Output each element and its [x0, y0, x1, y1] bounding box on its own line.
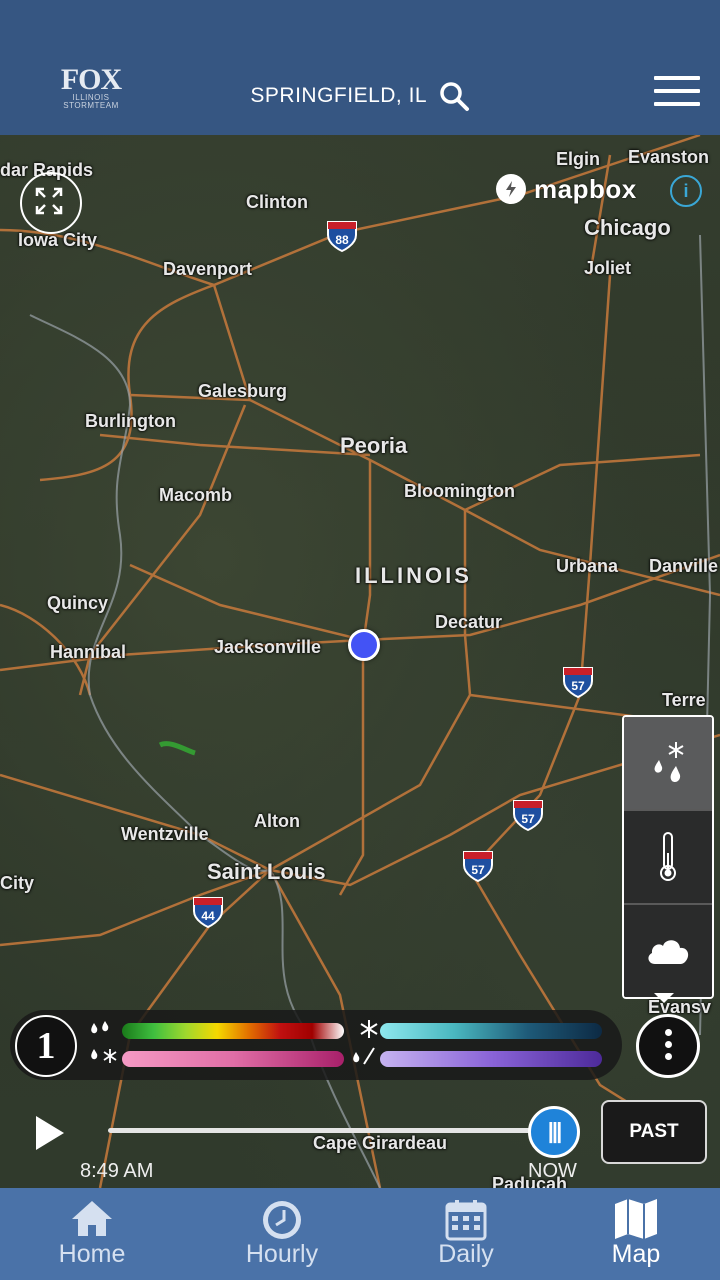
city-label: Jacksonville [214, 637, 322, 657]
layer-selector-pointer [654, 993, 674, 1003]
snow-scale-bar [380, 1023, 602, 1039]
ice-icon [350, 1046, 378, 1071]
location-title[interactable]: SPRINGFIELD, IL [250, 84, 427, 108]
rain-icon [88, 1020, 112, 1045]
city-label: Davenport [163, 259, 253, 279]
interstate-shield: 57 [512, 798, 544, 832]
city-label: Clinton [246, 192, 308, 212]
city-label: Decatur [435, 612, 503, 632]
rain-snow-icon [654, 742, 684, 783]
city-label: Quincy [47, 593, 109, 613]
city-label: Alton [254, 811, 300, 831]
app-header: FOX ILLINOIS STORMTEAM SPRINGFIELD, IL [0, 0, 720, 135]
interstate-shield: 88 [326, 219, 358, 253]
nav-map[interactable]: Map [546, 1188, 720, 1280]
city-label: Bloomington [404, 481, 515, 501]
city-label: Hannibal [50, 642, 127, 662]
state-label: ILLINOIS [355, 563, 472, 588]
svg-text:57: 57 [521, 812, 535, 826]
city-label: Danville [649, 556, 719, 576]
fullscreen-expand-icon[interactable] [20, 172, 82, 234]
timeline-slider-thumb[interactable]: ||| [528, 1106, 580, 1158]
interstate-shield: 57 [562, 665, 594, 699]
cloud-icon [648, 940, 689, 964]
rain-scale-bar [122, 1023, 344, 1039]
city-label: Terre [662, 690, 706, 710]
calendar-icon [445, 1200, 487, 1241]
city-label: Burlington [85, 411, 176, 431]
past-toggle-button[interactable]: PAST [601, 1100, 707, 1164]
city-label: Joliet [584, 258, 632, 278]
clock-icon [263, 1201, 301, 1239]
interstate-shield: 57 [462, 849, 494, 883]
nav-hourly[interactable]: Hourly [192, 1188, 372, 1280]
hamburger-menu-icon[interactable] [654, 76, 700, 110]
mapbox-attribution: mapbox [496, 172, 637, 206]
search-icon[interactable] [438, 80, 470, 112]
city-label: Cape Girardeau [313, 1133, 448, 1153]
thermometer-icon [660, 832, 676, 881]
snow-icon [358, 1018, 380, 1045]
temperature-layer-button[interactable] [624, 811, 712, 905]
timeline-track[interactable] [108, 1128, 548, 1133]
home-icon [72, 1201, 112, 1236]
nav-daily[interactable]: Daily [376, 1188, 556, 1280]
map-layer-selector [622, 715, 714, 999]
map-info-icon[interactable]: i [670, 175, 702, 207]
cloud-layer-button[interactable] [624, 905, 712, 997]
legend-info-button[interactable]: 1 [15, 1015, 77, 1077]
mix-scale-bar [122, 1051, 344, 1067]
play-icon[interactable] [36, 1116, 64, 1150]
precipitation-layer-button[interactable] [624, 717, 712, 811]
svg-text:88: 88 [335, 233, 349, 247]
city-label: Peoria [340, 433, 408, 458]
city-label: City [0, 873, 35, 893]
map-icon [615, 1199, 657, 1239]
ice-scale-bar [380, 1051, 602, 1067]
timeline-now-label: NOW [528, 1160, 577, 1182]
city-label: Wentzville [121, 824, 209, 844]
mapbox-logo-icon [496, 174, 526, 204]
city-label: Chicago [584, 215, 671, 240]
svg-text:57: 57 [571, 679, 585, 693]
city-label: Urbana [556, 556, 619, 576]
city-label: Evanston [628, 147, 710, 167]
city-label: Elgin [556, 149, 600, 169]
city-label: Galesburg [198, 381, 288, 401]
bottom-navigation: Home Hourly Daily Map [0, 1188, 720, 1280]
interstate-shield: 44 [192, 895, 224, 929]
timeline-time: 8:49 AM [80, 1160, 154, 1182]
nav-home[interactable]: Home [2, 1188, 182, 1280]
mix-icon [88, 1046, 120, 1071]
city-label: Macomb [159, 485, 233, 505]
svg-text:57: 57 [471, 863, 485, 877]
current-location-marker[interactable] [348, 629, 380, 661]
svg-text:44: 44 [201, 909, 215, 923]
more-options-icon[interactable] [636, 1014, 700, 1078]
city-label: Saint Louis [207, 859, 326, 884]
